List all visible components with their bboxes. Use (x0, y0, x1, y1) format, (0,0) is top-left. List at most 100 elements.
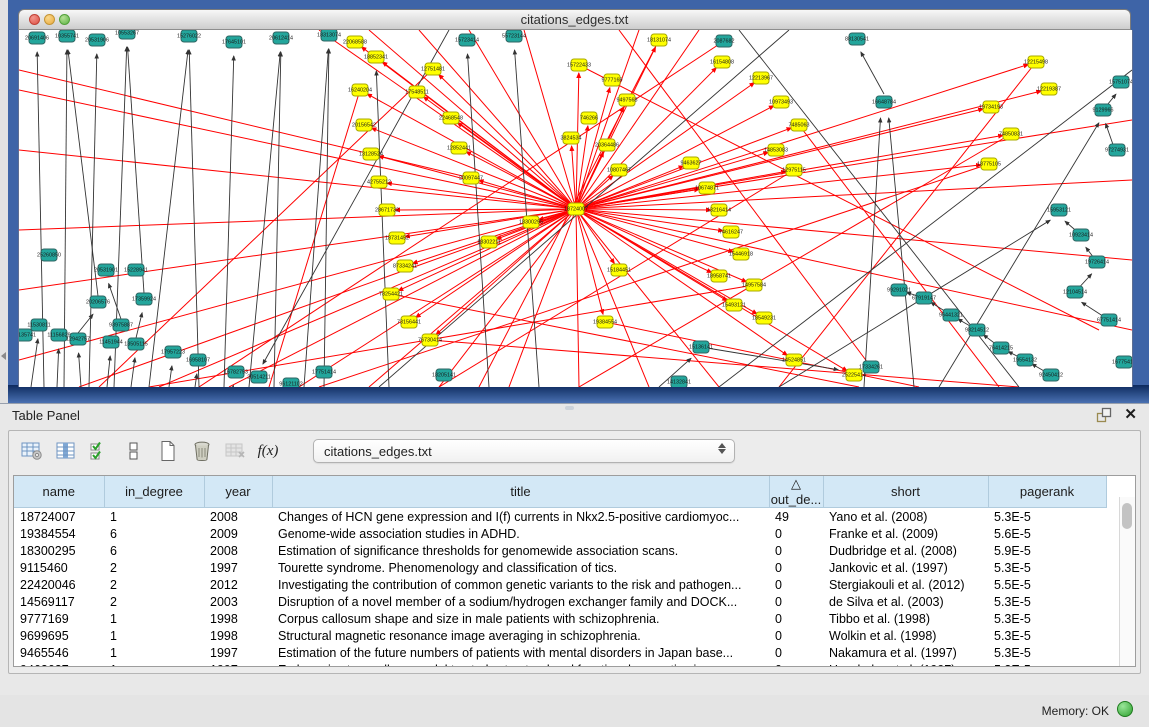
table-cell[interactable]: 5.6E-5 (988, 525, 1106, 542)
table-cell[interactable]: Dudbridge et al. (2008) (823, 542, 988, 559)
close-panel-icon[interactable]: ✕ (1124, 407, 1137, 423)
graph-node[interactable]: 42755212 (367, 176, 391, 188)
table-row[interactable]: 911546021997Tourette syndrome. Phenomeno… (14, 559, 1106, 576)
table-cell[interactable]: de Silva et al. (2003) (823, 593, 988, 610)
column-header-year[interactable]: year (204, 476, 272, 508)
graph-node[interactable]: 67751414 (1097, 314, 1121, 326)
table-cell[interactable]: 6 (104, 542, 204, 559)
graph-node[interactable]: 98214512 (965, 324, 989, 336)
graph-node[interactable]: 20531906 (85, 34, 109, 46)
column-header-title[interactable]: title (272, 476, 769, 508)
table-cell[interactable]: 19384554 (14, 525, 104, 542)
table-cell[interactable]: 1 (104, 627, 204, 644)
table-row[interactable]: 1456911722003Disruption of a novel membe… (14, 593, 1106, 610)
graph-node[interactable]: 20364486 (595, 139, 619, 151)
table-row[interactable]: 1938455462009Genome-wide association stu… (14, 525, 1106, 542)
table-cell[interactable]: 2009 (204, 525, 272, 542)
zoom-traffic-light-icon[interactable] (59, 14, 70, 25)
graph-node[interactable]: 12213967 (749, 72, 773, 84)
table-cell[interactable]: 0 (769, 542, 823, 559)
table-cell[interactable]: 0 (769, 627, 823, 644)
graph-node[interactable]: 14132841 (667, 376, 691, 387)
table-cell[interactable]: Tourette syndrome. Phenomenology and cla… (272, 559, 769, 576)
table-cell[interactable]: Investigating the contribution of common… (272, 576, 769, 593)
table-cell[interactable]: 18300295 (14, 542, 104, 559)
table-cell[interactable]: 0 (769, 576, 823, 593)
graph-node[interactable]: 25225414 (842, 369, 866, 381)
graph-node[interactable]: 2087682 (714, 35, 735, 47)
table-selector-dropdown[interactable]: citations_edges.txt (313, 439, 735, 463)
graph-node[interactable]: 18313074 (317, 30, 341, 41)
graph-node[interactable]: 15276022 (177, 30, 201, 42)
graph-node[interactable]: 12975115 (782, 164, 806, 176)
column-header-pagerank[interactable]: pagerank (988, 476, 1106, 508)
table-cell[interactable]: 5.3E-5 (988, 610, 1106, 627)
graph-node[interactable]: 16648784 (872, 96, 896, 108)
close-traffic-light-icon[interactable] (29, 14, 40, 25)
column-header-out_de[interactable]: △ out_de... (769, 476, 823, 508)
table-cell[interactable]: 1 (104, 644, 204, 661)
graph-node[interactable]: 9777169 (602, 74, 623, 86)
graph-node[interactable]: 87334241 (393, 260, 417, 272)
table-row[interactable]: 977716911998Corpus callosum shape and si… (14, 610, 1106, 627)
graph-node[interactable]: 10553267 (115, 30, 139, 39)
table-panel-header[interactable]: Table Panel ✕ (0, 404, 1149, 428)
table-cell[interactable]: 5.3E-5 (988, 627, 1106, 644)
delete-file-button[interactable] (189, 438, 215, 464)
delete-table-button[interactable] (223, 438, 249, 464)
table-cell[interactable]: Estimation of the future numbers of pati… (272, 644, 769, 661)
graph-node[interactable]: 13505115 (124, 338, 148, 350)
table-cell[interactable]: 9777169 (14, 610, 104, 627)
table-cell[interactable]: 2012 (204, 576, 272, 593)
table-cell[interactable]: 9699695 (14, 627, 104, 644)
table-cell[interactable]: 1 (104, 508, 204, 526)
graph-node[interactable]: 20156542 (352, 119, 376, 131)
graph-node[interactable]: 25260850 (37, 249, 61, 261)
scrollbar-thumb[interactable] (1122, 503, 1132, 529)
table-cell[interactable]: 6 (104, 525, 204, 542)
table-cell[interactable]: 2003 (204, 593, 272, 610)
graph-node[interactable]: 12215498 (1024, 56, 1048, 68)
graph-node[interactable]: 20612414 (269, 32, 293, 44)
table-cell[interactable]: Wolkin et al. (1998) (823, 627, 988, 644)
select-columns-button[interactable] (87, 438, 113, 464)
graph-node[interactable]: 15953121 (1047, 204, 1071, 216)
graph-node[interactable]: 74616247 (719, 226, 743, 238)
graph-node[interactable]: 22068588 (343, 36, 367, 48)
table-cell[interactable]: Corpus callosum shape and size in male p… (272, 610, 769, 627)
table-cell[interactable]: Yano et al. (2008) (823, 508, 988, 526)
table-row[interactable]: 2242004622012Investigating the contribut… (14, 576, 1106, 593)
table-cell[interactable]: 5.3E-5 (988, 661, 1106, 667)
graph-node[interactable]: 20531901 (94, 264, 118, 276)
column-header-in_degree[interactable]: in_degree (104, 476, 204, 508)
graph-node[interactable]: 18302211 (477, 236, 501, 248)
graph-node[interactable]: 17359924 (132, 293, 156, 305)
graph-node[interactable]: 16958107 (186, 354, 210, 366)
graph-node[interactable]: 22468548 (439, 112, 463, 124)
table-cell[interactable]: 2 (104, 559, 204, 576)
table-cell[interactable]: Changes of HCN gene expression and I(f) … (272, 508, 769, 526)
table-cell[interactable]: 9465546 (14, 644, 104, 661)
table-cell[interactable]: 2 (104, 576, 204, 593)
table-cell[interactable]: 1998 (204, 627, 272, 644)
table-cell[interactable]: 1997 (204, 559, 272, 576)
table-cell[interactable]: Franke et al. (2009) (823, 525, 988, 542)
table-cell[interactable]: Estimation of significance thresholds fo… (272, 542, 769, 559)
graph-node[interactable]: 96121102 (279, 378, 303, 387)
table-cell[interactable]: 0 (769, 559, 823, 576)
graph-node[interactable]: 9463627 (681, 157, 702, 169)
column-header-short[interactable]: short (823, 476, 988, 508)
table-cell[interactable]: 1998 (204, 610, 272, 627)
row-options-button[interactable] (121, 438, 147, 464)
table-row[interactable]: 1830029562008Estimation of significance … (14, 542, 1106, 559)
graph-node[interactable]: 20206576 (86, 296, 110, 308)
graph-node[interactable]: 13216414 (707, 204, 731, 216)
graph-node[interactable]: 15723414 (455, 34, 479, 46)
table-cell[interactable]: 14569117 (14, 593, 104, 610)
graph-node[interactable]: 17645101 (222, 36, 246, 48)
graph-node[interactable]: 746266 (580, 112, 598, 124)
minimize-traffic-light-icon[interactable] (44, 14, 55, 25)
graph-node[interactable]: 97274931 (1105, 144, 1129, 156)
graph-node[interactable]: 15136141 (689, 341, 713, 353)
table-cell[interactable]: 0 (769, 525, 823, 542)
